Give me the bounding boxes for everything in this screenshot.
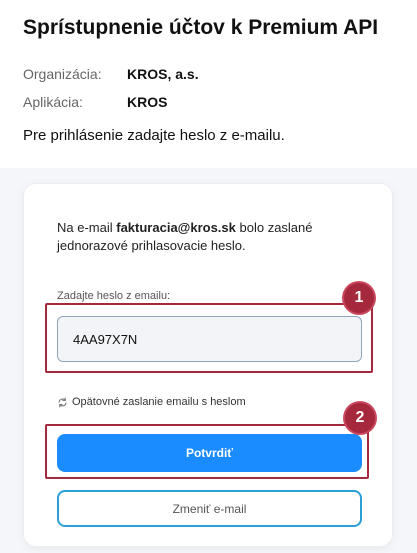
annotation-box-1: [45, 303, 373, 373]
change-email-button[interactable]: Zmeniť e-mail: [57, 490, 362, 527]
email-sent-info: Na e-mail fakturacia@kros.sk bolo zaslan…: [57, 219, 357, 255]
application-row: Aplikácia: KROS: [23, 94, 167, 110]
application-value: KROS: [127, 94, 168, 110]
password-field-label: Zadajte heslo z emailu:: [57, 290, 171, 302]
info-prefix: Na e-mail: [57, 220, 117, 235]
resend-email-label: Opätovné zaslanie emailu s heslom: [72, 396, 246, 408]
organization-value: KROS, a.s.: [127, 66, 199, 82]
resend-email-link[interactable]: Opätovné zaslanie emailu s heslom: [57, 396, 246, 408]
application-label: Aplikácia:: [23, 94, 83, 110]
login-instruction: Pre prihlásenie zadajte heslo z e-mailu.: [23, 127, 285, 144]
annotation-marker-2: 2: [345, 403, 375, 433]
organization-label: Organizácia:: [23, 66, 102, 82]
refresh-icon: [57, 397, 68, 408]
page: Sprístupnenie účtov k Premium API Organi…: [0, 0, 417, 553]
organization-row: Organizácia: KROS, a.s.: [23, 66, 199, 82]
info-email: fakturacia@kros.sk: [116, 220, 236, 235]
page-title: Sprístupnenie účtov k Premium API: [23, 16, 379, 39]
annotation-box-2: [45, 424, 369, 479]
annotation-marker-1: 1: [344, 283, 374, 313]
